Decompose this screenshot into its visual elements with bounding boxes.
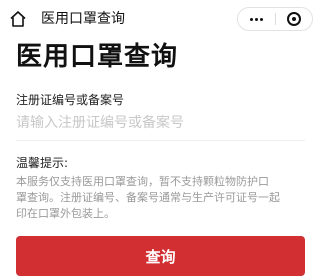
tips-line: 本服务仅支持医用口罩查询，暂不支持颗粒物防护口 — [16, 175, 269, 188]
page-title: 医用口罩查询 — [16, 42, 179, 72]
registration-number-input[interactable] — [16, 110, 306, 136]
home-icon[interactable] — [9, 10, 27, 28]
capsule-menu — [237, 7, 313, 31]
tips-line: 印在口罩外包装上。 — [16, 207, 115, 220]
navigation-bar: 医用口罩查询 — [0, 0, 321, 38]
tips-title: 温馨提示: — [16, 156, 69, 170]
search-button[interactable]: 查询 — [16, 236, 305, 276]
tips-line: 罩查询。注册证编号、备案号通常与生产许可证号一起 — [16, 191, 280, 204]
input-underline — [16, 140, 305, 141]
more-dots-icon[interactable] — [238, 8, 275, 30]
tips-body: 本服务仅支持医用口罩查询，暂不支持颗粒物防护口 罩查询。注册证编号、备案号通常与… — [16, 174, 308, 222]
registration-number-label: 注册证编号或备案号 — [16, 93, 125, 107]
navbar-title: 医用口罩查询 — [41, 11, 125, 27]
target-close-icon[interactable] — [276, 8, 313, 30]
